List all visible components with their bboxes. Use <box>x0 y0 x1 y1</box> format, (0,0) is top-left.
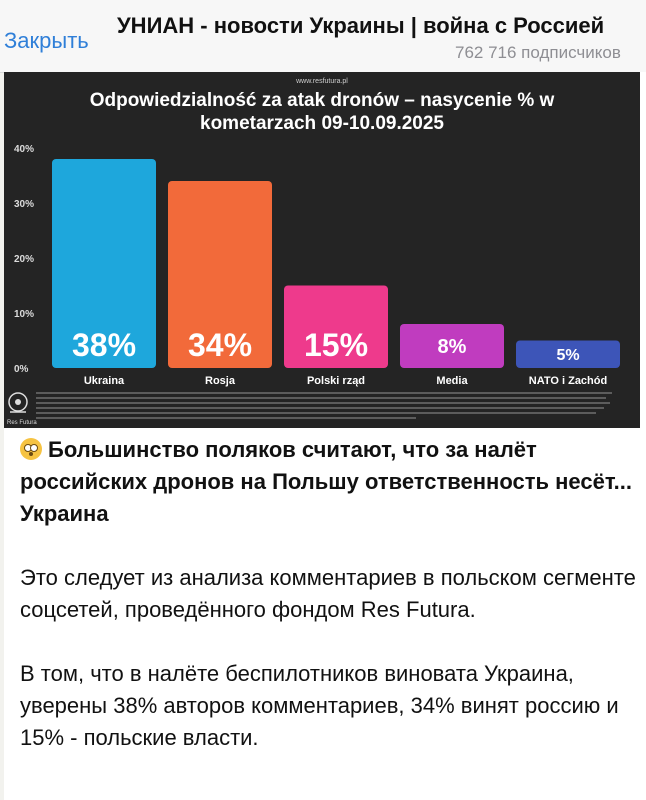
subscriber-count: 762 716 подписчиков <box>455 43 621 62</box>
channel-title[interactable]: УНИАН - новости Украины | война с Россие… <box>117 13 646 39</box>
methodology-footnote <box>36 392 612 419</box>
x-tick-label: Rosja <box>205 375 236 387</box>
bar-value-label: 8% <box>438 336 467 358</box>
bar-chart: www.resfutura.pl Odpowiedzialność za ata… <box>7 78 620 426</box>
post-headline: Большинство поляков считают, что за налё… <box>20 437 633 526</box>
chart-source: www.resfutura.pl <box>295 78 348 85</box>
y-tick-label: 30% <box>14 199 34 210</box>
close-button[interactable]: Закрыть <box>4 28 89 54</box>
y-tick-label: 0% <box>14 364 29 375</box>
post-paragraph: Это следует из анализа комментариев в по… <box>20 565 636 622</box>
post-paragraph: В том, что в налёте беспилотников винова… <box>20 661 619 750</box>
logo-text: Res Futura <box>7 420 37 426</box>
bar-value-label: 38% <box>72 327 136 363</box>
y-tick-label: 40% <box>14 144 34 155</box>
bar-value-label: 5% <box>556 347 579 364</box>
y-tick-label: 10% <box>14 309 34 320</box>
message-bubble: www.resfutura.pl Odpowiedzialność za ata… <box>4 72 646 800</box>
y-tick-label: 20% <box>14 254 34 265</box>
chart-image[interactable]: www.resfutura.pl Odpowiedzialność za ata… <box>4 72 640 428</box>
chart-title-line2: kometarzach 09-10.09.2025 <box>200 113 444 134</box>
post-text: Большинство поляков считают, что за налё… <box>20 434 640 786</box>
x-tick-label: Media <box>436 375 468 387</box>
chart-title-line1: Odpowiedzialność za atak dronów – nasyce… <box>90 90 555 111</box>
bar-value-label: 15% <box>304 327 368 363</box>
x-tick-label: Polski rząd <box>307 375 365 387</box>
channel-header: Закрыть УНИАН - новости Украины | война … <box>0 0 646 73</box>
bar-value-label: 34% <box>188 327 252 363</box>
flushed-face-icon <box>20 438 42 460</box>
x-tick-label: Ukraina <box>84 375 125 387</box>
res-futura-logo-icon <box>8 392 28 413</box>
x-tick-label: NATO i Zachód <box>529 375 607 387</box>
